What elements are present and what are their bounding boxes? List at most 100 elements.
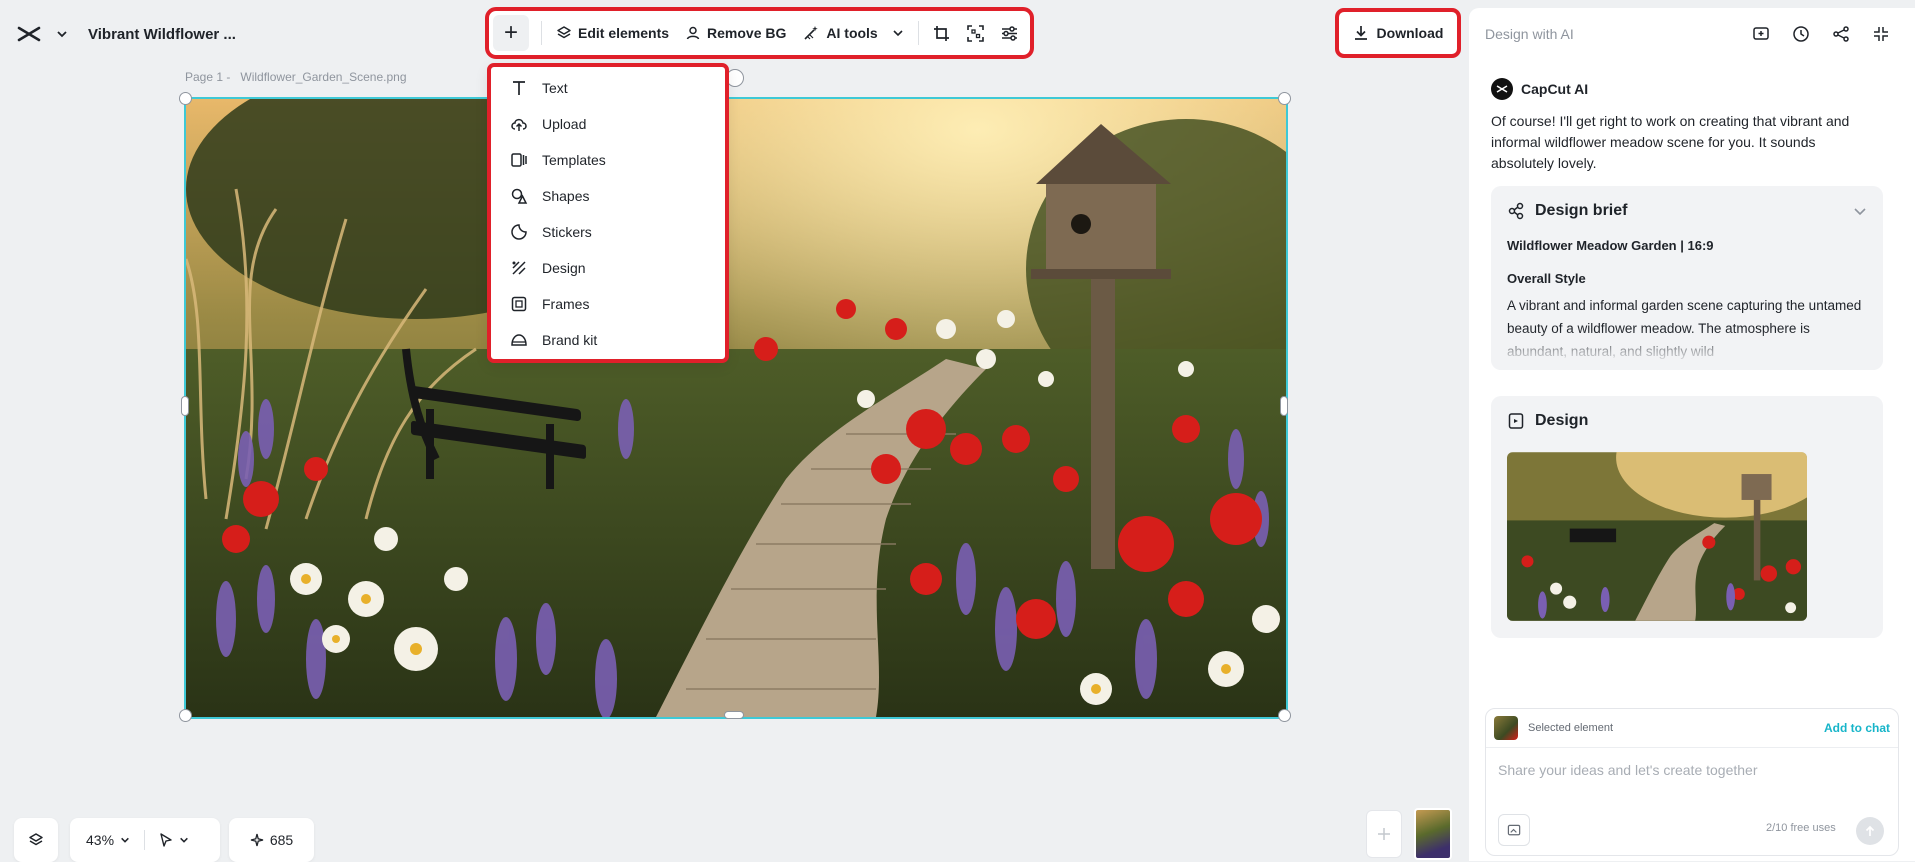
resize-handle-tl[interactable] [179, 92, 192, 105]
upload-cloud-icon [511, 118, 527, 131]
history-icon [1793, 26, 1809, 42]
menu-item-label: Upload [542, 116, 587, 132]
chat-composer: Selected element Add to chat Share your … [1485, 708, 1899, 856]
share-button[interactable] [1821, 16, 1861, 52]
crop-button[interactable] [925, 15, 959, 51]
ai-design-panel: Design with AI CapCut AI Of course! I'll… [1469, 8, 1915, 861]
layers-icon [557, 26, 571, 39]
file-name: Wildflower_Garden_Scene.png [240, 70, 407, 84]
zoom-and-pointer-controls: 43% [70, 818, 220, 862]
top-left-bar: Vibrant Wildflower ... [12, 14, 236, 54]
edit-elements-label: Edit elements [578, 25, 670, 41]
person-icon [686, 26, 700, 40]
download-label: Download [1376, 25, 1444, 41]
remove-bg-button[interactable]: Remove BG [677, 15, 794, 51]
resize-handle-tr[interactable] [1278, 92, 1291, 105]
menu-item-frames[interactable]: Frames [490, 286, 726, 322]
menu-item-stickers[interactable]: Stickers [490, 214, 726, 250]
page-thumbnail[interactable] [1414, 808, 1452, 860]
assistant-header: CapCut AI [1491, 78, 1588, 100]
menu-item-shapes[interactable]: Shapes [490, 178, 726, 214]
layers-icon [29, 833, 43, 846]
chevron-down-icon[interactable] [1853, 204, 1867, 218]
brief-subtitle: Wildflower Meadow Garden | 16:9 [1507, 238, 1714, 253]
design-icon [512, 261, 526, 275]
assistant-name: CapCut AI [1521, 81, 1589, 97]
menu-item-label: Design [542, 260, 586, 276]
rotate-handle-icon[interactable] [726, 69, 744, 87]
capcut-logo-icon[interactable] [12, 17, 46, 51]
resize-handle-bl[interactable] [179, 709, 192, 722]
frames-icon [511, 296, 527, 312]
menu-item-label: Text [542, 80, 568, 96]
design-thumbnail[interactable] [1507, 452, 1807, 621]
wildflower-garden-image [186, 99, 1286, 717]
remove-bg-label: Remove BG [707, 25, 787, 41]
collapse-button[interactable] [1861, 16, 1901, 52]
resize-handle-left[interactable] [181, 396, 189, 416]
menu-item-text[interactable]: Text [490, 70, 726, 106]
design-card: Design [1491, 396, 1883, 638]
zoom-dropdown[interactable]: 43% [70, 832, 130, 848]
element-toolbar: + Edit elements Remove BG AI tools [485, 7, 1034, 59]
pointer-icon [160, 833, 172, 847]
ai-tools-button[interactable]: AI tools [794, 15, 911, 51]
menu-chevron-down-icon[interactable] [56, 28, 68, 40]
selected-element-label: Selected element [1528, 722, 1613, 734]
credits-button[interactable]: 685 [229, 818, 314, 862]
divider [541, 21, 542, 45]
add-element-menu: Text Upload Templates Shapes Stickers De… [487, 63, 729, 363]
attach-image-button[interactable] [1498, 814, 1530, 846]
resize-handle-br[interactable] [1278, 709, 1291, 722]
menu-item-design[interactable]: Design [490, 250, 726, 286]
design-brief-card[interactable]: Design brief Wildflower Meadow Garden | … [1491, 186, 1883, 370]
panel-title: Design with AI [1485, 26, 1574, 42]
flip-button[interactable] [959, 15, 993, 51]
panel-header: Design with AI [1469, 8, 1915, 60]
new-chat-button[interactable] [1741, 16, 1781, 52]
magic-wand-icon [804, 26, 819, 40]
plus-icon [1378, 828, 1390, 840]
resize-handle-bottom[interactable] [724, 711, 744, 719]
assistant-message: Of course! I'll get right to work on cre… [1491, 113, 1850, 171]
layers-button[interactable] [14, 818, 58, 862]
send-button[interactable] [1856, 817, 1884, 845]
menu-item-brand-kit[interactable]: Brand kit [490, 322, 726, 358]
project-title[interactable]: Vibrant Wildflower ... [88, 26, 236, 43]
chevron-down-icon [180, 837, 188, 843]
menu-item-upload[interactable]: Upload [490, 106, 726, 142]
divider [144, 830, 146, 850]
add-page-button[interactable] [1366, 810, 1402, 858]
edit-elements-button[interactable]: Edit elements [548, 15, 677, 51]
share-icon [1833, 26, 1849, 42]
menu-item-label: Shapes [542, 188, 590, 204]
design-heading: Design [1535, 412, 1589, 429]
brief-heading: Design brief [1535, 202, 1628, 219]
add-element-button[interactable]: + [493, 15, 529, 51]
templates-icon [511, 153, 527, 167]
capcut-ai-avatar-icon [1491, 78, 1513, 100]
download-button[interactable]: Download [1335, 8, 1461, 58]
scan-icon [967, 24, 985, 42]
brand-kit-icon [511, 334, 527, 346]
menu-item-label: Stickers [542, 224, 592, 240]
history-button[interactable] [1781, 16, 1821, 52]
resize-handle-right[interactable] [1280, 396, 1288, 416]
page-label: Page 1 - Wildflower_Garden_Scene.png [185, 70, 407, 84]
pointer-tool-dropdown[interactable] [159, 833, 189, 847]
chat-input[interactable]: Share your ideas and let's create togeth… [1486, 748, 1898, 802]
add-to-chat-link[interactable]: Add to chat [1824, 721, 1890, 735]
image-add-icon [1507, 824, 1520, 835]
ai-tools-label: AI tools [826, 25, 878, 41]
menu-item-label: Brand kit [542, 332, 598, 348]
chevron-down-icon [893, 30, 903, 37]
adjust-button[interactable] [993, 15, 1027, 51]
credits-count: 685 [269, 832, 294, 848]
chevron-down-icon [121, 837, 129, 843]
canvas-image[interactable] [184, 97, 1288, 719]
menu-item-templates[interactable]: Templates [490, 142, 726, 178]
brief-nodes-icon [1508, 202, 1524, 220]
arrow-up-icon [1865, 825, 1875, 836]
design-file-icon [1508, 413, 1524, 429]
free-uses-count: 2/10 free uses [1766, 822, 1836, 834]
